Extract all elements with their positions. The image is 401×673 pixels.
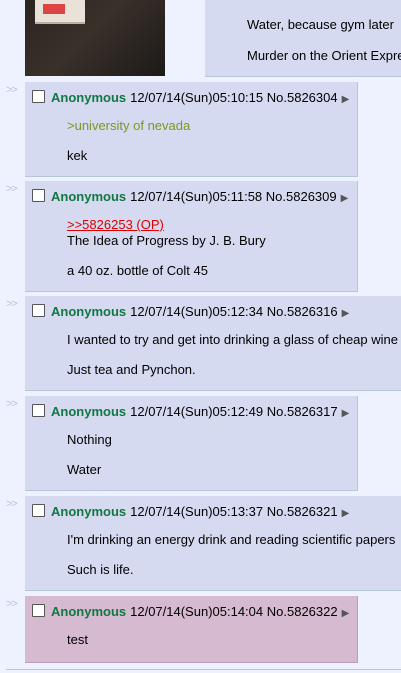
post-header: Anonymous 12/07/14(Sun)05:14:04 No.582632…: [32, 604, 349, 620]
post-header: Anonymous 12/07/14(Sun)05:11:58 No.582630…: [32, 189, 348, 205]
post-text-line: I wanted to try and get into drinking a …: [67, 332, 398, 347]
post-text-line: Murder on the Orient Expre: [247, 48, 401, 63]
post-header: Anonymous 12/07/14(Sun)05:12:49 No.582631…: [32, 404, 349, 420]
post-menu-icon[interactable]: ▶: [342, 94, 350, 105]
book-label-shape: [43, 4, 65, 14]
post-menu-icon[interactable]: ▶: [341, 193, 349, 204]
post-number-link[interactable]: No.5826317: [267, 404, 338, 419]
poster-name: Anonymous: [51, 404, 127, 419]
reply-post: Anonymous 12/07/14(Sun)05:12:49 No.582631…: [25, 396, 358, 491]
post-header: Anonymous 12/07/14(Sun)05:13:37 No.582632…: [32, 504, 349, 520]
poster-name: Anonymous: [51, 504, 127, 519]
reply-post-highlighted: Anonymous 12/07/14(Sun)05:14:04 No.582632…: [25, 596, 358, 663]
post-datetime: 12/07/14(Sun)05:13:37: [130, 504, 264, 519]
post-datetime: 12/07/14(Sun)05:12:34: [130, 304, 264, 319]
post-text-line: Such is life.: [67, 562, 134, 577]
post-number-link[interactable]: No.5826322: [267, 604, 338, 619]
post-select-checkbox[interactable]: [32, 189, 45, 202]
post-header: Anonymous 12/07/14(Sun)05:10:15 No.582630…: [32, 90, 349, 106]
post-header: Anonymous 12/07/14(Sun)05:12:34 No.582631…: [32, 304, 349, 320]
poster-name: Anonymous: [51, 189, 127, 204]
post-datetime: 12/07/14(Sun)05:10:15: [130, 90, 264, 105]
reply-post: Anonymous 12/07/14(Sun)05:13:37 No.582632…: [25, 496, 401, 591]
reply-post: Anonymous 12/07/14(Sun)05:12:34 No.582631…: [25, 296, 401, 391]
post-text-line: Water: [67, 462, 102, 477]
side-arrows: >>: [6, 498, 18, 510]
post-text-line: Just tea and Pynchon.: [67, 362, 196, 377]
reply-post: Anonymous 12/07/14(Sun)05:11:58 No.582630…: [25, 181, 358, 292]
post-datetime: 12/07/14(Sun)05:12:49: [130, 404, 264, 419]
post-select-checkbox[interactable]: [32, 604, 45, 617]
side-arrows: >>: [6, 298, 18, 310]
post-number-link[interactable]: No.5826304: [267, 90, 338, 105]
post-select-checkbox[interactable]: [32, 504, 45, 517]
post-menu-icon[interactable]: ▶: [342, 608, 350, 619]
poster-name: Anonymous: [51, 604, 127, 619]
side-arrows: >>: [6, 398, 18, 410]
divider: [6, 669, 401, 670]
post-menu-icon[interactable]: ▶: [342, 408, 350, 419]
side-arrows: >>: [6, 183, 18, 195]
quote-link[interactable]: >>5826253 (OP): [67, 217, 164, 232]
post-number-link[interactable]: No.5826316: [267, 304, 338, 319]
side-arrows: >>: [6, 598, 18, 610]
post-text-line: Water, because gym later: [247, 17, 394, 32]
post-text-line: The Idea of Progress by J. B. Bury: [67, 233, 266, 248]
greentext-line: >university of nevada: [67, 118, 191, 133]
post-text-line: kek: [67, 148, 88, 163]
post-select-checkbox[interactable]: [32, 304, 45, 317]
post-number-link[interactable]: No.5826321: [267, 504, 338, 519]
post-text-line: I'm drinking an energy drink and reading…: [67, 532, 396, 547]
poster-name: Anonymous: [51, 304, 127, 319]
post-image-thumbnail[interactable]: [25, 0, 165, 76]
post-menu-icon[interactable]: ▶: [342, 508, 350, 519]
post-text-line: a 40 oz. bottle of Colt 45: [67, 263, 208, 278]
post-select-checkbox[interactable]: [32, 404, 45, 417]
poster-name: Anonymous: [51, 90, 127, 105]
post-datetime: 12/07/14(Sun)05:11:58: [130, 189, 263, 204]
post-text-line: test: [67, 632, 88, 647]
post-menu-icon[interactable]: ▶: [342, 308, 350, 319]
side-arrows: >>: [6, 84, 18, 96]
post-select-checkbox[interactable]: [32, 90, 45, 103]
post-datetime: 12/07/14(Sun)05:14:04: [130, 604, 264, 619]
reply-post: Anonymous 12/07/14(Sun)05:10:15 No.582630…: [25, 82, 358, 177]
post-number-link[interactable]: No.5826309: [266, 189, 337, 204]
post-text-line: Nothing: [67, 432, 112, 447]
reply-post-partial: Water, because gym later Murder on the O…: [205, 0, 401, 77]
